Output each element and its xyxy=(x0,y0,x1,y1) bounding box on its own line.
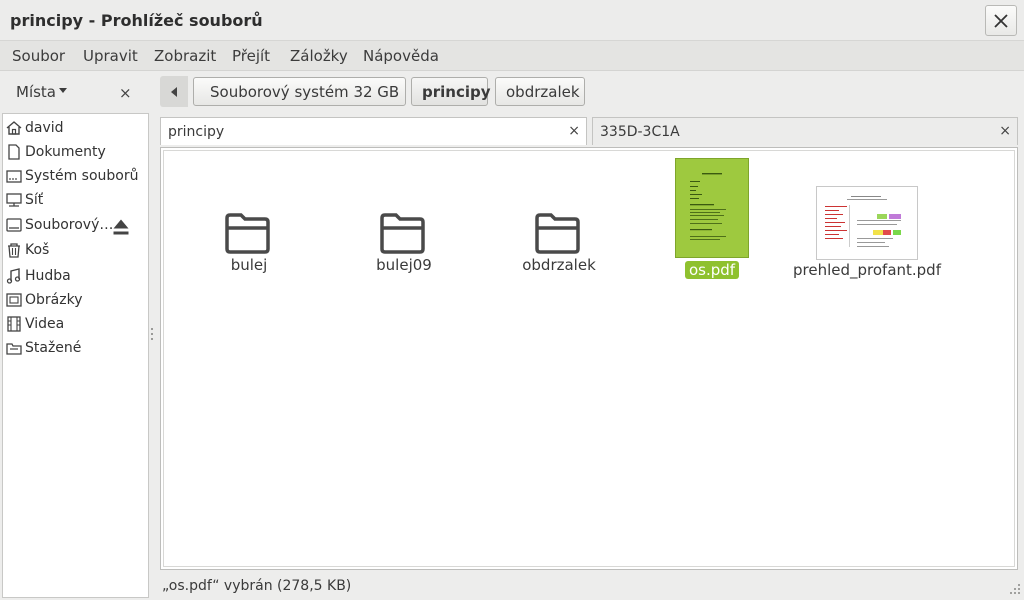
file-item[interactable]: bulej xyxy=(199,212,299,274)
document-icon xyxy=(8,144,20,160)
caret-down-icon xyxy=(59,88,67,93)
drive-icon xyxy=(6,218,22,232)
folder-icon xyxy=(225,213,270,254)
network-icon xyxy=(6,193,22,207)
file-item-selected[interactable]: os.pdf xyxy=(662,261,762,279)
tab-close-icon[interactable]: × xyxy=(999,123,1011,139)
sidebar-item-hudba[interactable]: Hudba xyxy=(5,265,146,287)
menu-zobrazit[interactable]: Zobrazit xyxy=(154,47,216,65)
file-label: bulej xyxy=(230,256,268,274)
pane-splitter[interactable] xyxy=(150,325,154,345)
filesystem-icon xyxy=(6,170,22,183)
sidebar: david Dokumenty Systém souborů Síť Soubo… xyxy=(2,113,149,598)
file-label: prehled_profant.pdf xyxy=(792,261,941,279)
sidebar-item-label: Souborový… xyxy=(25,217,114,233)
pdf-thumbnail-icon[interactable] xyxy=(816,186,918,260)
pdf-page-preview xyxy=(690,173,726,240)
folder-icon xyxy=(535,213,580,254)
sidebar-item-kos[interactable]: Koš xyxy=(5,239,146,261)
file-view-inner: bulej bulej09 obdrzalek os.pdf prehled_p… xyxy=(163,150,1015,567)
file-item[interactable]: prehled_profant.pdf xyxy=(792,261,942,279)
sidebar-item-label: Síť xyxy=(25,192,44,208)
music-icon xyxy=(6,268,21,284)
file-label: bulej09 xyxy=(376,256,432,274)
file-label: obdrzalek xyxy=(522,256,596,274)
sidebar-item-label: Dokumenty xyxy=(25,144,106,160)
pdf-page-preview xyxy=(825,196,901,247)
sidebar-item-stazene[interactable]: Stažené xyxy=(5,337,146,359)
tab-principy[interactable]: principy × xyxy=(160,117,587,145)
file-label: os.pdf xyxy=(684,261,740,279)
sidebar-item-obrazky[interactable]: Obrázky xyxy=(5,289,146,311)
crumb-label: obdrzalek xyxy=(506,82,580,101)
crumb-principy[interactable]: principy xyxy=(411,77,491,106)
sidebar-item-david[interactable]: david xyxy=(5,117,146,139)
sidebar-item-system[interactable]: Systém souborů xyxy=(5,165,146,187)
title-bar: principy - Prohlížeč souborů xyxy=(0,0,1024,41)
crumb-filesystem[interactable]: Souborový systém 32 GB xyxy=(193,77,406,106)
menu-bar: Soubor Upravit Zobrazit Přejít Záložky N… xyxy=(0,41,1024,71)
tab-bar: principy × 335D-3C1A × xyxy=(160,114,1018,146)
crumb-obdrzalek[interactable]: obdrzalek xyxy=(495,77,585,106)
path-back-button[interactable] xyxy=(160,76,188,107)
tab-label: principy xyxy=(168,123,225,140)
menu-zalozky[interactable]: Záložky xyxy=(290,47,348,65)
sidebar-item-label: Stažené xyxy=(25,340,82,356)
crumb-label: principy xyxy=(422,82,491,101)
home-icon xyxy=(6,121,22,135)
sidebar-item-label: Systém souborů xyxy=(25,168,139,184)
tab-335d-3c1a[interactable]: 335D-3C1A × xyxy=(592,117,1018,145)
sidebar-item-label: Obrázky xyxy=(25,292,83,308)
sidebar-item-label: Koš xyxy=(25,242,50,258)
menu-soubor[interactable]: Soubor xyxy=(12,47,65,65)
file-item[interactable]: bulej09 xyxy=(354,212,454,274)
sidebar-header: Místa × xyxy=(0,72,150,112)
tab-close-icon[interactable]: × xyxy=(568,123,580,139)
sidebar-item-videa[interactable]: Videa xyxy=(5,313,146,335)
status-text: „os.pdf“ vybrán (278,5 KB) xyxy=(162,578,352,594)
places-dropdown[interactable]: Místa xyxy=(16,83,67,101)
pictures-icon xyxy=(6,293,22,307)
crumb-label: Souborový systém 32 GB xyxy=(210,82,400,101)
sidebar-item-label: david xyxy=(25,120,64,136)
window-title: principy - Prohlížeč souborů xyxy=(10,11,263,30)
sidebar-item-label: Hudba xyxy=(25,268,71,284)
video-icon xyxy=(7,316,21,332)
sidebar-item-sit[interactable]: Síť xyxy=(5,189,146,211)
window-close-button[interactable] xyxy=(985,5,1017,36)
sidebar-close-button[interactable]: × xyxy=(119,84,132,102)
tab-label: 335D-3C1A xyxy=(600,123,680,140)
pdf-thumbnail-icon[interactable] xyxy=(675,158,749,258)
sidebar-item-dokumenty[interactable]: Dokumenty xyxy=(5,141,146,163)
trash-icon xyxy=(8,243,20,258)
menu-prejit[interactable]: Přejít xyxy=(232,47,270,65)
downloads-icon xyxy=(6,343,22,355)
close-icon xyxy=(994,13,1008,28)
triangle-left-icon xyxy=(171,86,177,97)
sidebar-item-drive[interactable]: Souborový… xyxy=(5,214,146,236)
folder-icon xyxy=(380,213,425,254)
places-label: Místa xyxy=(16,83,56,101)
menu-upravit[interactable]: Upravit xyxy=(83,47,138,65)
resize-grip-icon[interactable] xyxy=(1008,584,1020,596)
menu-napoveda[interactable]: Nápověda xyxy=(363,47,439,65)
status-bar: „os.pdf“ vybrán (278,5 KB) xyxy=(160,574,1024,600)
eject-icon[interactable] xyxy=(112,218,130,236)
sidebar-item-label: Videa xyxy=(25,316,65,332)
file-item[interactable]: obdrzalek xyxy=(509,212,609,274)
file-view[interactable]: bulej bulej09 obdrzalek os.pdf prehled_p… xyxy=(160,147,1018,570)
